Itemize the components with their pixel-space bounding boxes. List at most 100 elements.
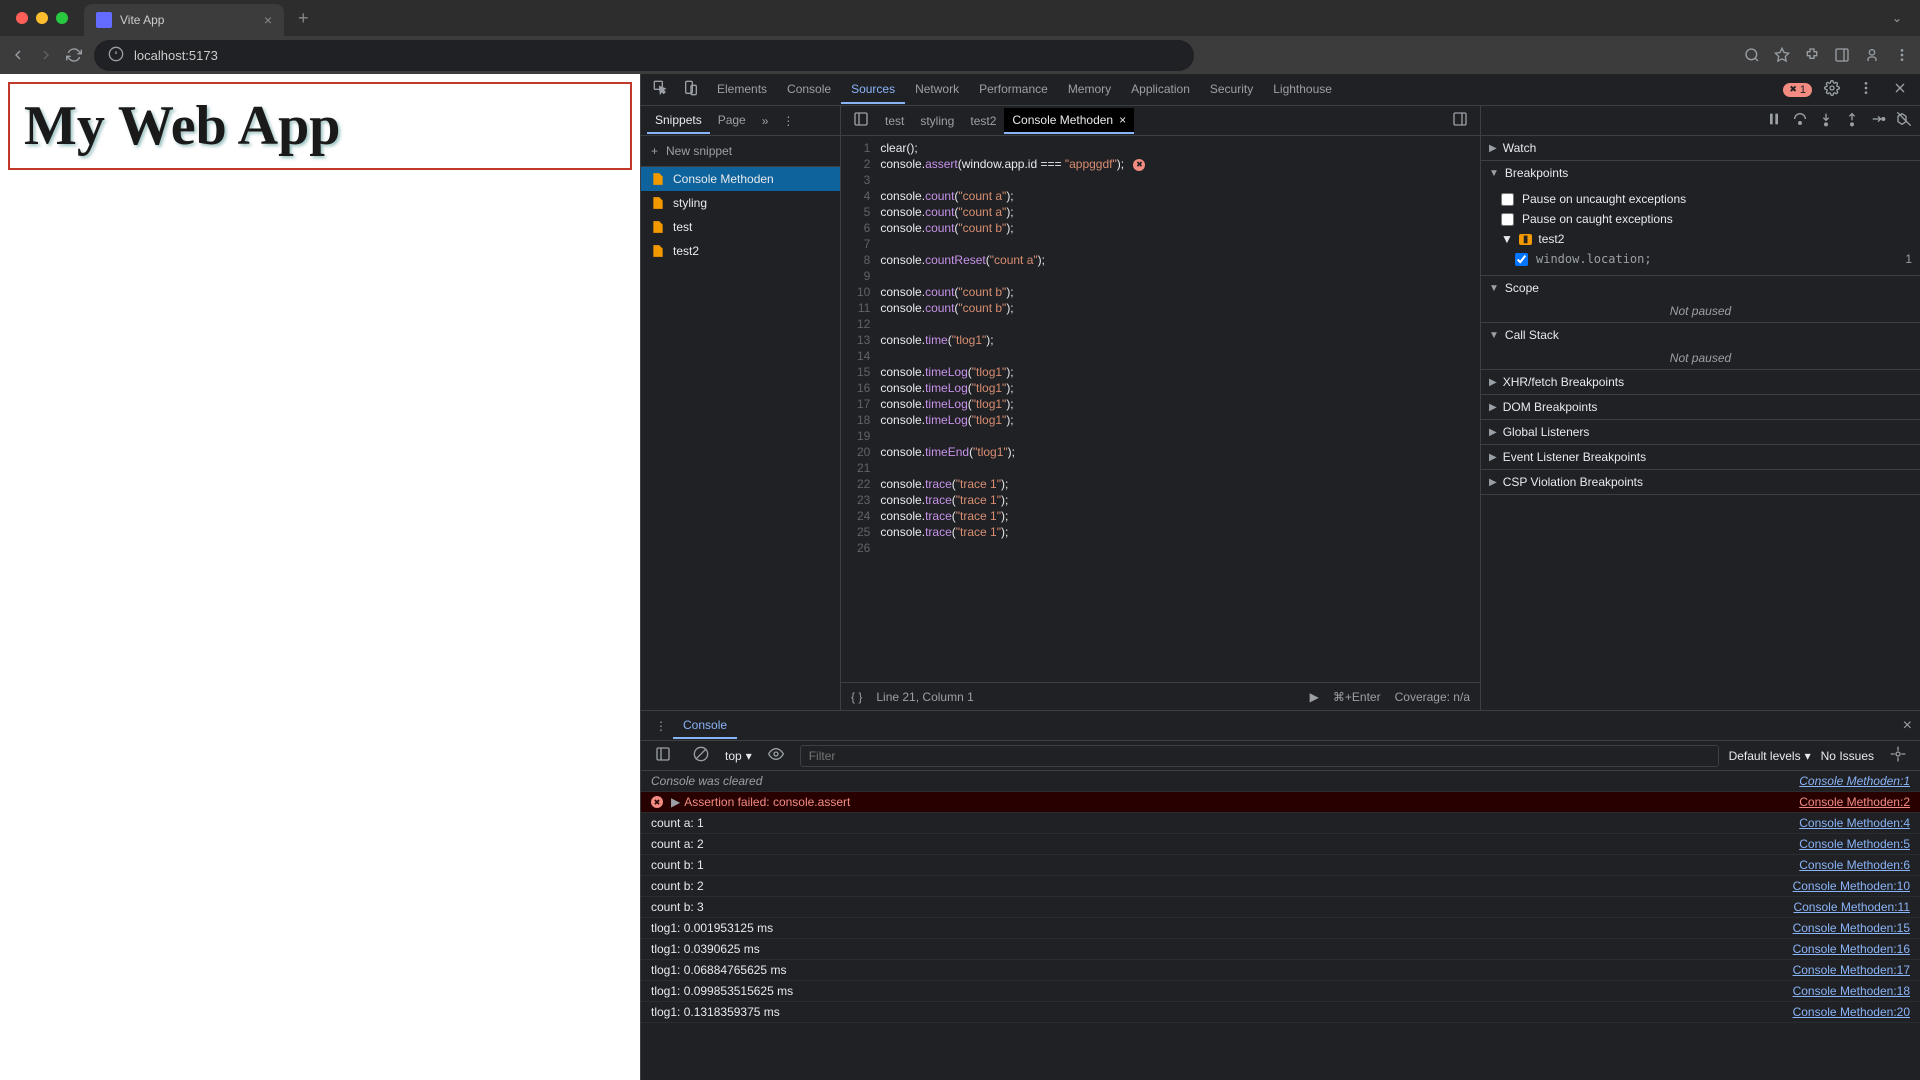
call-stack-section[interactable]: ▼Call Stack [1481, 323, 1920, 347]
scope-section[interactable]: ▼Scope [1481, 276, 1920, 300]
log-source-link[interactable]: Console Methoden:10 [1793, 879, 1910, 893]
devtools-tab-network[interactable]: Network [905, 76, 969, 104]
sub-tabs-more-icon[interactable]: » [756, 114, 775, 128]
log-source-link[interactable]: Console Methoden:17 [1793, 963, 1910, 977]
log-source-link[interactable]: Console Methoden:6 [1799, 858, 1910, 872]
deactivate-breakpoints-icon[interactable] [1896, 111, 1912, 130]
new-snippet-button[interactable]: + New snippet [641, 136, 840, 167]
sources-subtab-snippets[interactable]: Snippets [647, 108, 710, 134]
snippet-item[interactable]: test [641, 215, 840, 239]
breakpoint-item[interactable]: window.location; 1 [1501, 249, 1912, 269]
sub-tabs-menu-icon[interactable]: ⋮ [776, 114, 800, 128]
file-tab[interactable]: Console Methoden× [1004, 108, 1134, 134]
log-source-link[interactable]: Console Methoden:18 [1793, 984, 1910, 998]
close-file-icon[interactable]: × [1119, 113, 1126, 127]
step-icon[interactable] [1870, 111, 1886, 130]
pretty-print-icon[interactable]: { } [851, 690, 862, 704]
console-log-row[interactable]: count a: 1Console Methoden:4 [641, 813, 1920, 834]
devtools-tab-lighthouse[interactable]: Lighthouse [1263, 76, 1342, 104]
profile-icon[interactable] [1864, 47, 1880, 63]
devtools-tab-performance[interactable]: Performance [969, 76, 1058, 104]
console-drawer-tab[interactable]: Console [673, 713, 737, 739]
bookmark-icon[interactable] [1774, 47, 1790, 63]
snippet-item[interactable]: styling [641, 191, 840, 215]
pause-uncaught-checkbox[interactable]: Pause on uncaught exceptions [1501, 189, 1912, 209]
csp-breakpoints-section[interactable]: ▶CSP Violation Breakpoints [1481, 470, 1920, 494]
console-log-row[interactable]: tlog1: 0.001953125 msConsole Methoden:15 [641, 918, 1920, 939]
chevron-down-icon[interactable]: ⌄ [1882, 11, 1912, 25]
forward-button[interactable] [38, 47, 54, 63]
console-log-row[interactable]: ✖▶Assertion failed: console.assertConsol… [641, 792, 1920, 813]
code-lines[interactable]: clear();console.assert(window.app.id ===… [880, 136, 1480, 682]
log-source-link[interactable]: Console Methoden:4 [1799, 816, 1910, 830]
file-tab[interactable]: test2 [962, 108, 1004, 134]
devtools-tab-memory[interactable]: Memory [1058, 76, 1121, 104]
close-drawer-icon[interactable]: × [1903, 717, 1912, 735]
console-filter-input[interactable] [800, 745, 1719, 767]
url-bar[interactable]: localhost:5173 [94, 40, 1194, 71]
breakpoints-section[interactable]: ▼Breakpoints [1481, 161, 1920, 185]
console-log[interactable]: Console was clearedConsole Methoden:1✖▶A… [641, 771, 1920, 1080]
console-log-row[interactable]: count a: 2Console Methoden:5 [641, 834, 1920, 855]
site-info-icon[interactable] [108, 46, 124, 65]
devtools-tab-security[interactable]: Security [1200, 76, 1263, 104]
xhr-breakpoints-section[interactable]: ▶XHR/fetch Breakpoints [1481, 370, 1920, 394]
maximize-window[interactable] [56, 12, 68, 24]
log-source-link[interactable]: Console Methoden:1 [1799, 774, 1910, 788]
menu-icon[interactable] [1894, 47, 1910, 63]
snippet-item[interactable]: Console Methoden [641, 167, 840, 191]
clear-console-icon[interactable] [687, 740, 715, 771]
console-settings-icon[interactable] [1884, 740, 1912, 771]
run-snippet-icon[interactable]: ▶ [1310, 690, 1319, 704]
console-log-row[interactable]: tlog1: 0.1318359375 msConsole Methoden:2… [641, 1002, 1920, 1023]
close-tab-icon[interactable]: × [264, 12, 272, 28]
devtools-tab-elements[interactable]: Elements [707, 76, 777, 104]
device-toggle-icon[interactable] [677, 74, 705, 105]
browser-tab[interactable]: Vite App × [84, 4, 284, 36]
global-listeners-section[interactable]: ▶Global Listeners [1481, 420, 1920, 444]
dom-breakpoints-section[interactable]: ▶DOM Breakpoints [1481, 395, 1920, 419]
log-levels-select[interactable]: Default levels▾ [1729, 749, 1811, 763]
watch-section[interactable]: ▶Watch [1481, 136, 1920, 160]
log-source-link[interactable]: Console Methoden:11 [1793, 900, 1910, 914]
minimize-window[interactable] [36, 12, 48, 24]
extensions-icon[interactable] [1804, 47, 1820, 63]
issues-label[interactable]: No Issues [1821, 749, 1874, 763]
expand-arrow-icon[interactable]: ▶ [671, 795, 680, 809]
step-over-icon[interactable] [1792, 111, 1808, 130]
devtools-tab-application[interactable]: Application [1121, 76, 1200, 104]
console-log-row[interactable]: tlog1: 0.0390625 msConsole Methoden:16 [641, 939, 1920, 960]
more-tabs-icon[interactable] [1446, 105, 1474, 136]
snippet-item[interactable]: test2 [641, 239, 840, 263]
error-count-badge[interactable]: 1 [1783, 83, 1812, 97]
devtools-tab-sources[interactable]: Sources [841, 76, 905, 104]
console-sidebar-icon[interactable] [649, 740, 677, 771]
log-source-link[interactable]: Console Methoden:16 [1793, 942, 1910, 956]
close-window[interactable] [16, 12, 28, 24]
pause-caught-checkbox[interactable]: Pause on caught exceptions [1501, 209, 1912, 229]
devtools-tab-console[interactable]: Console [777, 76, 841, 104]
close-devtools-icon[interactable] [1886, 74, 1914, 105]
toggle-navigator-icon[interactable] [847, 105, 875, 136]
log-source-link[interactable]: Console Methoden:15 [1793, 921, 1910, 935]
event-breakpoints-section[interactable]: ▶Event Listener Breakpoints [1481, 445, 1920, 469]
new-tab-button[interactable]: + [292, 8, 315, 29]
side-panel-icon[interactable] [1834, 47, 1850, 63]
breakpoint-group[interactable]: ▼▮test2 [1501, 229, 1912, 249]
inspect-icon[interactable] [647, 74, 675, 105]
step-out-icon[interactable] [1844, 111, 1860, 130]
settings-icon[interactable] [1818, 74, 1846, 105]
console-log-row[interactable]: count b: 3Console Methoden:11 [641, 897, 1920, 918]
live-expression-icon[interactable] [762, 740, 790, 771]
step-into-icon[interactable] [1818, 111, 1834, 130]
reload-button[interactable] [66, 47, 82, 63]
zoom-icon[interactable] [1744, 47, 1760, 63]
console-log-row[interactable]: count b: 2Console Methoden:10 [641, 876, 1920, 897]
pause-icon[interactable] [1766, 111, 1782, 130]
log-source-link[interactable]: Console Methoden:2 [1799, 795, 1910, 809]
file-tab[interactable]: test [877, 108, 912, 134]
log-source-link[interactable]: Console Methoden:20 [1793, 1005, 1910, 1019]
console-log-row[interactable]: tlog1: 0.099853515625 msConsole Methoden… [641, 981, 1920, 1002]
context-selector[interactable]: top▾ [725, 749, 752, 763]
console-log-row[interactable]: tlog1: 0.06884765625 msConsole Methoden:… [641, 960, 1920, 981]
